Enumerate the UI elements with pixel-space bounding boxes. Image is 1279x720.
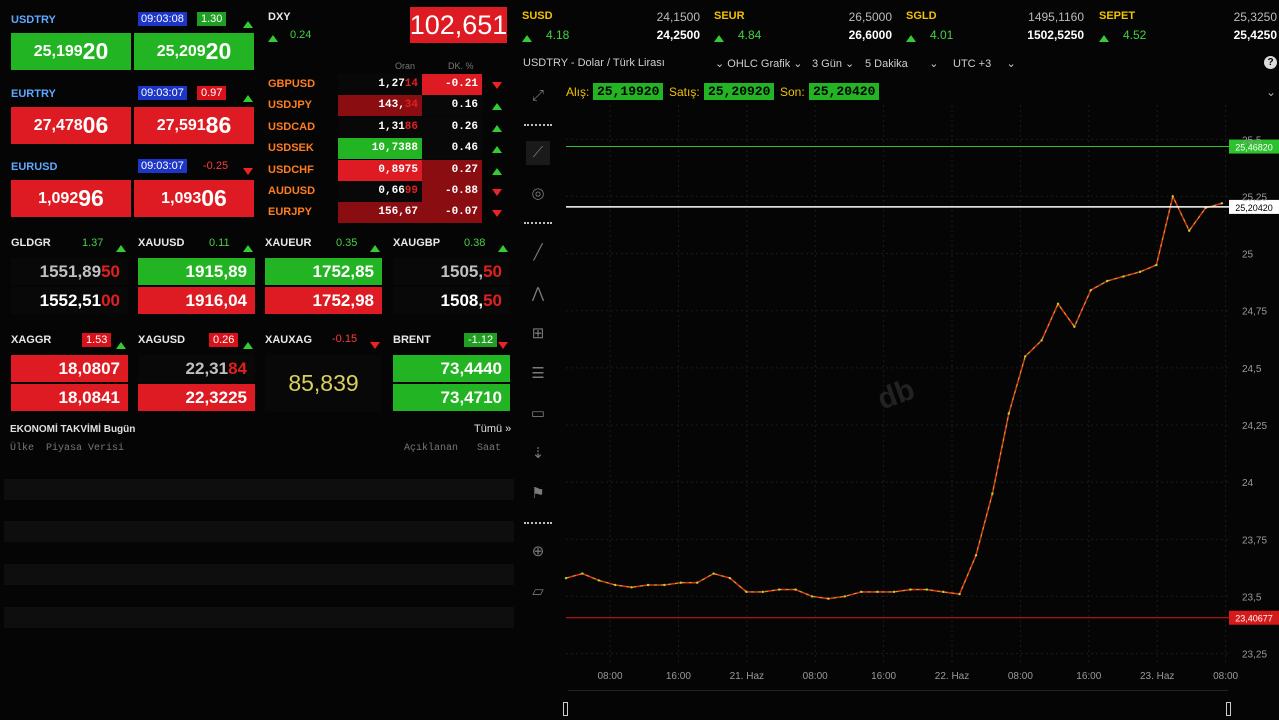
price-point	[712, 572, 715, 575]
y-tick-label: 24,75	[1242, 307, 1267, 318]
price-point	[728, 576, 732, 580]
price-point	[843, 595, 846, 598]
y-tick-label: 23,75	[1242, 535, 1267, 546]
price-point	[876, 590, 879, 594]
x-tick-label: 08:00	[597, 671, 622, 682]
price-point	[1089, 288, 1093, 292]
price-point	[597, 579, 600, 582]
price-point	[942, 590, 945, 594]
price-point	[1138, 270, 1142, 274]
price-point	[892, 590, 896, 594]
price-point	[614, 583, 617, 587]
price-point	[564, 576, 568, 580]
x-tick-label: 08:00	[803, 671, 828, 682]
price-point	[745, 590, 748, 594]
navigator-bar[interactable]	[568, 690, 1228, 720]
price-point	[909, 588, 912, 591]
price-point	[1188, 229, 1191, 232]
price-point	[761, 590, 764, 594]
x-tick-label: 08:00	[1008, 671, 1033, 682]
price-point	[1007, 412, 1010, 415]
price-point	[696, 581, 699, 584]
price-point	[925, 588, 928, 591]
x-tick-label: 21. Haz	[730, 671, 764, 682]
y-tick-label: 24,5	[1242, 364, 1262, 375]
chart-markers: 25,4682025,2042023,40677	[566, 139, 1279, 625]
price-point	[810, 595, 814, 598]
x-tick-label: 22. Haz	[935, 671, 969, 682]
price-point	[860, 590, 863, 594]
price-point	[991, 492, 994, 495]
y-tick-label: 24,25	[1242, 421, 1267, 432]
price-point	[1155, 263, 1158, 267]
price-point	[974, 554, 978, 557]
x-tick-label: 08:00	[1213, 671, 1238, 682]
price-chart[interactable]: 25,4682025,2042023,40677 25,525,252524,7…	[0, 0, 1279, 720]
y-tick-label: 25	[1242, 250, 1254, 261]
y-tick-label: 24	[1242, 478, 1254, 489]
price-point	[630, 586, 633, 589]
price-point	[794, 588, 797, 591]
price-point	[1220, 202, 1224, 205]
price-point	[646, 583, 650, 587]
x-tick-label: 16:00	[666, 671, 691, 682]
y-tick-label: 25,5	[1242, 135, 1262, 146]
price-point	[679, 581, 682, 584]
price-point	[958, 592, 961, 596]
price-point	[1122, 275, 1125, 278]
y-tick-label: 23,5	[1242, 592, 1262, 603]
price-point	[1106, 279, 1109, 283]
price-point	[1023, 355, 1027, 358]
last-marker-label: 25,20420	[1235, 203, 1273, 213]
low-marker-label: 23,40677	[1235, 614, 1273, 624]
price-point	[778, 588, 781, 591]
y-tick-label: 25,25	[1242, 192, 1267, 203]
price-point	[1040, 339, 1043, 342]
y-tick-label: 23,25	[1242, 650, 1267, 661]
price-point	[1073, 325, 1076, 328]
price-point	[663, 583, 666, 587]
price-point	[827, 597, 830, 600]
price-point	[1056, 302, 1060, 306]
x-tick-label: 23. Haz	[1140, 671, 1174, 682]
x-tick-label: 16:00	[871, 671, 896, 682]
price-point	[1171, 195, 1175, 198]
x-tick-label: 16:00	[1076, 671, 1101, 682]
price-point	[581, 572, 584, 575]
chart-ticks: 25,5 25,25 25 24,75 24,5 24,25 24 23,75 23,5 23,2…	[597, 135, 1267, 682]
